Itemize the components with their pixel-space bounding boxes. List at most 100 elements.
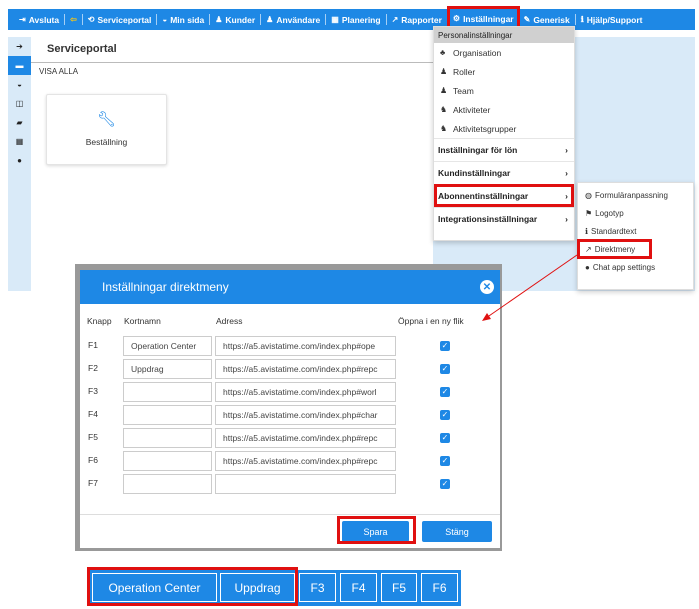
menu-item-label: Organisation bbox=[453, 47, 502, 58]
users-icon: ♟ bbox=[440, 67, 448, 76]
new-tab-checkbox-f4[interactable]: ✓ bbox=[440, 410, 450, 420]
settings-dropdown: Personalinställningar ♣ Organisation ♟ Rol… bbox=[433, 26, 575, 241]
nav-hjalp-support[interactable]: ℹ Hjälp/Support bbox=[576, 9, 648, 30]
calendar-icon: ▦ bbox=[331, 15, 339, 24]
row-key-f3: F3 bbox=[88, 386, 98, 396]
quick-button-f3[interactable]: F3 bbox=[299, 573, 336, 602]
divider bbox=[31, 62, 433, 63]
new-tab-checkbox-f6[interactable]: ✓ bbox=[440, 456, 450, 466]
row-key-f2: F2 bbox=[88, 363, 98, 373]
nav-avsluta[interactable]: ⇥ Avsluta bbox=[14, 9, 64, 30]
new-tab-checkbox-f1[interactable]: ✓ bbox=[440, 341, 450, 351]
nav-serviceportal[interactable]: ⟲ Serviceportal bbox=[83, 9, 157, 30]
modal-footer: Spara Stäng bbox=[80, 514, 500, 548]
kortnamn-input-f3[interactable] bbox=[123, 382, 212, 402]
close-button[interactable]: Stäng bbox=[422, 521, 492, 542]
direktmeny-modal: Inställningar direktmeny ✕ Knapp Kortnam… bbox=[80, 270, 500, 548]
wrench-icon: 🔧︎ bbox=[96, 111, 117, 128]
modal-body: Knapp Kortnamn Adress Öppna i en ny flik… bbox=[80, 304, 500, 514]
wrench-icon: ✎ bbox=[523, 15, 531, 24]
arrow-left-icon: ⇦ bbox=[70, 15, 77, 24]
menu-item-label: Direktmeny bbox=[594, 244, 636, 254]
kortnamn-input-f2[interactable]: Uppdrag bbox=[123, 359, 212, 379]
close-icon[interactable]: ✕ bbox=[480, 280, 494, 294]
list-icon[interactable]: ▬ bbox=[8, 56, 31, 75]
filter-visa-alla[interactable]: VISA ALLA bbox=[39, 67, 78, 76]
columns-icon[interactable]: ◫ bbox=[8, 94, 31, 113]
adress-input-f1[interactable]: https://a5.avistatime.com/index.php#ope bbox=[215, 336, 396, 356]
submenu-label: Abonnentinställningar bbox=[438, 191, 529, 201]
nav-label: Min sida bbox=[170, 14, 205, 25]
menu-item-label: Logotyp bbox=[595, 208, 624, 218]
nav-anvandare[interactable]: ♟ Användare bbox=[261, 9, 325, 30]
adress-input-f6[interactable]: https://a5.avistatime.com/index.php#repc bbox=[215, 451, 396, 471]
row-key-f7: F7 bbox=[88, 478, 98, 488]
quick-button-f6[interactable]: F6 bbox=[421, 573, 458, 602]
dropdown-header[interactable]: Personalinställningar bbox=[434, 27, 574, 43]
info-icon: ℹ bbox=[580, 15, 584, 24]
submenu-installningar-for-lon[interactable]: Inställningar för lön › bbox=[434, 138, 574, 161]
kortnamn-input-f1[interactable]: Operation Center bbox=[123, 336, 212, 356]
column-header-kortnamn: Kortnamn bbox=[124, 316, 161, 326]
submenu-label: Integrationsinställningar bbox=[438, 214, 538, 224]
menu-item-formularanpassning[interactable]: ◍ Formuläranpassning bbox=[578, 186, 693, 204]
menu-item-label: Formuläranpassning bbox=[594, 190, 668, 200]
external-link-icon: ↗ bbox=[585, 244, 592, 254]
nav-label: Inställningar bbox=[463, 13, 514, 24]
column-header-oppna-ny-flik: Öppna i en ny flik bbox=[398, 316, 464, 326]
kortnamn-input-f7[interactable] bbox=[123, 474, 212, 494]
tile-label: Beställning bbox=[85, 137, 128, 147]
nav-back[interactable]: ⇦ bbox=[65, 9, 82, 30]
row-key-f5: F5 bbox=[88, 432, 98, 442]
comments-icon: ● bbox=[585, 262, 590, 272]
menu-item-roller[interactable]: ♟ Roller bbox=[434, 62, 574, 81]
dashboard-icon: ◒ bbox=[162, 15, 168, 24]
column-header-adress: Adress bbox=[216, 316, 243, 326]
quick-button-f5[interactable]: F5 bbox=[381, 573, 417, 602]
adress-input-f5[interactable]: https://a5.avistatime.com/index.php#repc bbox=[215, 428, 396, 448]
kortnamn-input-f5[interactable] bbox=[123, 428, 212, 448]
modal-header: Inställningar direktmeny ✕ bbox=[80, 270, 500, 304]
tile-bestallning[interactable]: 🔧︎ Beställning bbox=[46, 94, 167, 165]
submenu-label: Inställningar för lön bbox=[438, 145, 518, 155]
nav-kunder[interactable]: ♟ Kunder bbox=[210, 9, 260, 30]
modal-title: Inställningar direktmeny bbox=[102, 280, 229, 294]
menu-item-chat-app-settings[interactable]: ● Chat app settings bbox=[578, 258, 693, 276]
quick-button-f4[interactable]: F4 bbox=[340, 573, 377, 602]
grid-icon[interactable]: ▦ bbox=[8, 132, 31, 151]
adress-input-f4[interactable]: https://a5.avistatime.com/index.php#char bbox=[215, 405, 396, 425]
menu-item-logotyp[interactable]: ⚑ Logotyp bbox=[578, 204, 693, 222]
menu-item-standardtext[interactable]: ℹ Standardtext bbox=[578, 222, 693, 240]
submenu-kundinstallningar[interactable]: Kundinställningar › bbox=[434, 161, 574, 184]
menu-item-label: Aktiviteter bbox=[453, 104, 491, 115]
menu-item-direktmeny[interactable]: ↗ Direktmeny bbox=[577, 239, 652, 259]
new-tab-checkbox-f5[interactable]: ✓ bbox=[440, 433, 450, 443]
nav-min-sida[interactable]: ◒ Min sida bbox=[157, 9, 209, 30]
book-icon[interactable]: ▰ bbox=[8, 113, 31, 132]
submenu-abonnentinstallningar[interactable]: Abonnentinställningar › bbox=[434, 184, 574, 207]
submenu-label: Kundinställningar bbox=[438, 168, 511, 178]
kortnamn-input-f6[interactable] bbox=[123, 451, 212, 471]
new-tab-checkbox-f3[interactable]: ✓ bbox=[440, 387, 450, 397]
dashboard-icon[interactable]: ◒ bbox=[8, 75, 31, 94]
adress-input-f3[interactable]: https://a5.avistatime.com/index.php#worl bbox=[215, 382, 396, 402]
kortnamn-input-f4[interactable] bbox=[123, 405, 212, 425]
sidebar: ➔ ▬ ◒ ◫ ▰ ▦ ● bbox=[8, 37, 31, 291]
new-tab-checkbox-f7[interactable]: ✓ bbox=[440, 479, 450, 489]
adress-input-f7[interactable] bbox=[215, 474, 396, 494]
menu-item-aktivitetsgrupper[interactable]: ♞ Aktivitetsgrupper bbox=[434, 119, 574, 138]
info-icon: ℹ bbox=[585, 226, 589, 236]
nav-label: Hjälp/Support bbox=[586, 14, 643, 25]
sitemap-icon: ♣ bbox=[440, 48, 446, 57]
adress-input-f2[interactable]: https://a5.avistatime.com/index.php#repc bbox=[215, 359, 396, 379]
arrow-right-icon[interactable]: ➔ bbox=[8, 37, 31, 56]
submenu-integrationsinstallningar[interactable]: Integrationsinställningar › bbox=[434, 207, 574, 230]
menu-item-label: Standardtext bbox=[591, 226, 637, 236]
menu-item-aktiviteter[interactable]: ♞ Aktiviteter bbox=[434, 100, 574, 119]
menu-item-team[interactable]: ♟ Team bbox=[434, 81, 574, 100]
nav-label: Serviceportal bbox=[97, 14, 152, 25]
new-tab-checkbox-f2[interactable]: ✓ bbox=[440, 364, 450, 374]
comments-icon[interactable]: ● bbox=[8, 151, 31, 170]
nav-planering[interactable]: ▦ Planering bbox=[326, 9, 385, 30]
menu-item-organisation[interactable]: ♣ Organisation bbox=[434, 43, 574, 62]
